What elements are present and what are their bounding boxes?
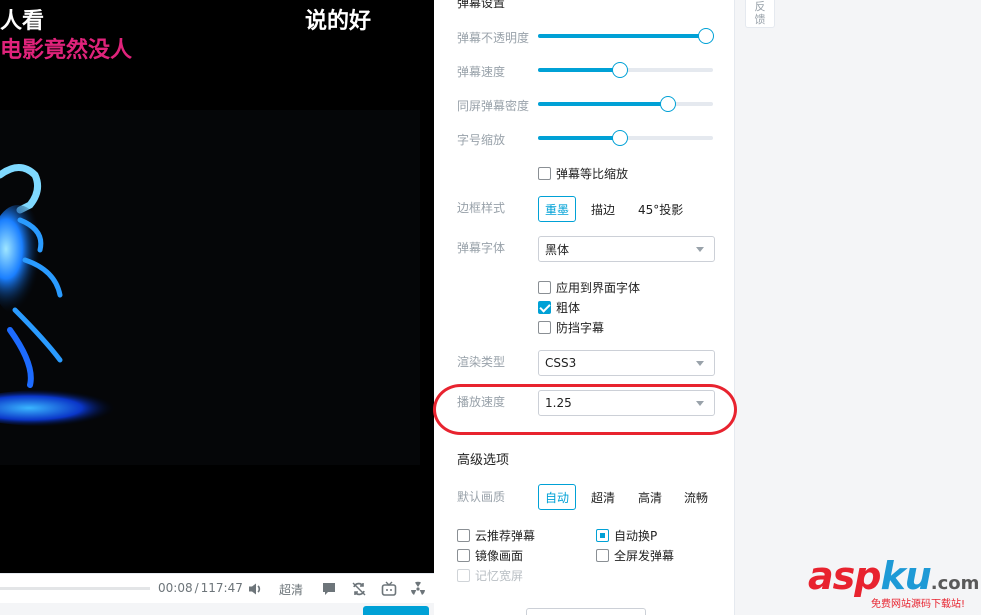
glowing-figure-image [0, 150, 130, 440]
current-time: 00:08 [158, 581, 193, 595]
checkbox-label: 粗体 [556, 299, 580, 316]
checkbox-label: 云推荐弹幕 [475, 527, 535, 544]
feedback-label: 反 [746, 0, 774, 13]
checkbox-box[interactable] [596, 549, 609, 562]
watermark-part: .com [931, 573, 980, 594]
volume-icon[interactable] [246, 580, 264, 598]
slider-thumb[interactable] [612, 130, 628, 146]
slider-thumb[interactable] [612, 62, 628, 78]
checkbox-box[interactable] [538, 301, 551, 314]
quality-option-super[interactable]: 超清 [584, 484, 622, 510]
feedback-button[interactable]: 反 馈 [745, 0, 775, 28]
border-option-outline[interactable]: 描边 [584, 196, 622, 222]
auto-next-part-checkbox[interactable]: 自动换P [596, 527, 657, 544]
chevron-down-icon [696, 401, 704, 406]
playback-speed-select[interactable]: 1.25 [538, 390, 715, 416]
speed-slider[interactable] [538, 68, 713, 72]
quality-option-smooth[interactable]: 流畅 [677, 484, 715, 510]
player-control-bar: 00:08/117:47 超清 [0, 573, 434, 603]
render-type-value: CSS3 [545, 356, 576, 370]
panel-title: 弹幕设置 [457, 0, 505, 11]
total-time: 117:47 [201, 581, 243, 595]
checkbox-box[interactable] [538, 321, 551, 334]
tv-icon[interactable] [380, 580, 398, 598]
bold-checkbox[interactable]: 粗体 [538, 299, 580, 316]
density-slider[interactable] [538, 102, 713, 106]
apply-ui-font-checkbox[interactable]: 应用到界面字体 [538, 279, 640, 296]
danmaku-comment: 说的好 [305, 3, 371, 35]
quality-option-high[interactable]: 高清 [631, 484, 669, 510]
send-danmaku-button[interactable] [363, 606, 429, 615]
danmaku-comment: 人看 [0, 3, 44, 35]
feedback-label: 馈 [746, 13, 774, 26]
watermark-part: ku [880, 554, 930, 598]
opacity-slider[interactable] [538, 34, 713, 38]
radiation-icon[interactable] [409, 580, 427, 598]
danmaku-icon[interactable] [320, 580, 338, 598]
speed-label: 弹幕速度 [457, 63, 505, 80]
checkbox-label: 应用到界面字体 [556, 279, 640, 296]
video-area[interactable]: 人看 电影竟然没人 说的好 [0, 0, 434, 573]
block-subtitle-checkbox[interactable]: 防挡字幕 [538, 319, 604, 336]
checkbox-box[interactable] [538, 281, 551, 294]
checkbox-label: 记忆宽屏 [475, 567, 523, 584]
opacity-label: 弹幕不透明度 [457, 29, 529, 46]
time-separator: / [195, 581, 199, 595]
font-select[interactable]: 黑体 [538, 236, 715, 262]
render-type-label: 渲染类型 [457, 353, 505, 370]
fullscreen-danmaku-checkbox[interactable]: 全屏发弹幕 [596, 547, 674, 564]
screenshot-stage: 人看 电影竟然没人 说的好 00:08/117:47 超清 弹幕设置 弹幕不透明… [0, 0, 981, 615]
default-quality-label: 默认画质 [457, 488, 505, 505]
playback-speed-label: 播放速度 [457, 393, 505, 410]
watermark-subtitle: 免费网站源码下载站! [871, 595, 965, 610]
chevron-down-icon [696, 361, 704, 366]
font-scale-label: 字号缩放 [457, 131, 505, 148]
quality-button[interactable]: 超清 [279, 580, 303, 598]
font-select-value: 黑体 [545, 241, 569, 258]
proportional-scale-checkbox[interactable]: 弹幕等比缩放 [538, 165, 628, 182]
mirror-checkbox[interactable]: 镜像画面 [457, 547, 523, 564]
watermark-logo: aspku.com 免费网站源码下载站! [808, 556, 979, 604]
border-option-shadow[interactable]: 45°投影 [631, 196, 690, 222]
border-style-label: 边框样式 [457, 199, 505, 216]
danmaku-comment: 电影竟然没人 [0, 32, 132, 64]
checkbox-label: 自动换P [614, 527, 657, 544]
playback-speed-value: 1.25 [545, 396, 572, 410]
danmaku-settings-panel: 弹幕设置 弹幕不透明度 弹幕速度 同屏弹幕密度 字号缩放 弹幕等比缩放 边框样式… [434, 0, 735, 615]
slider-thumb[interactable] [660, 96, 676, 112]
chevron-down-icon [696, 247, 704, 252]
checkbox-box [457, 569, 470, 582]
border-option-heavy[interactable]: 重墨 [538, 196, 576, 222]
density-label: 同屏弹幕密度 [457, 97, 529, 114]
checkbox-box[interactable] [457, 549, 470, 562]
font-label: 弹幕字体 [457, 239, 505, 256]
checkbox-box[interactable] [596, 529, 609, 542]
render-type-select[interactable]: CSS3 [538, 350, 715, 376]
remember-widescreen-checkbox: 记忆宽屏 [457, 567, 523, 584]
font-scale-slider[interactable] [538, 136, 713, 140]
reset-settings-button[interactable] [526, 608, 646, 615]
cloud-recommend-checkbox[interactable]: 云推荐弹幕 [457, 527, 535, 544]
time-display: 00:08/117:47 [158, 581, 243, 595]
progress-bar[interactable] [0, 587, 150, 590]
slider-thumb[interactable] [698, 28, 714, 44]
checkbox-label: 全屏发弹幕 [614, 547, 674, 564]
loop-icon[interactable] [350, 580, 368, 598]
checkbox-label: 防挡字幕 [556, 319, 604, 336]
checkbox-label: 镜像画面 [475, 547, 523, 564]
checkbox-box[interactable] [457, 529, 470, 542]
advanced-section-title: 高级选项 [457, 449, 509, 468]
checkbox-label: 弹幕等比缩放 [556, 165, 628, 182]
quality-option-auto[interactable]: 自动 [538, 484, 576, 510]
checkbox-box[interactable] [538, 167, 551, 180]
watermark-part: asp [808, 554, 880, 598]
